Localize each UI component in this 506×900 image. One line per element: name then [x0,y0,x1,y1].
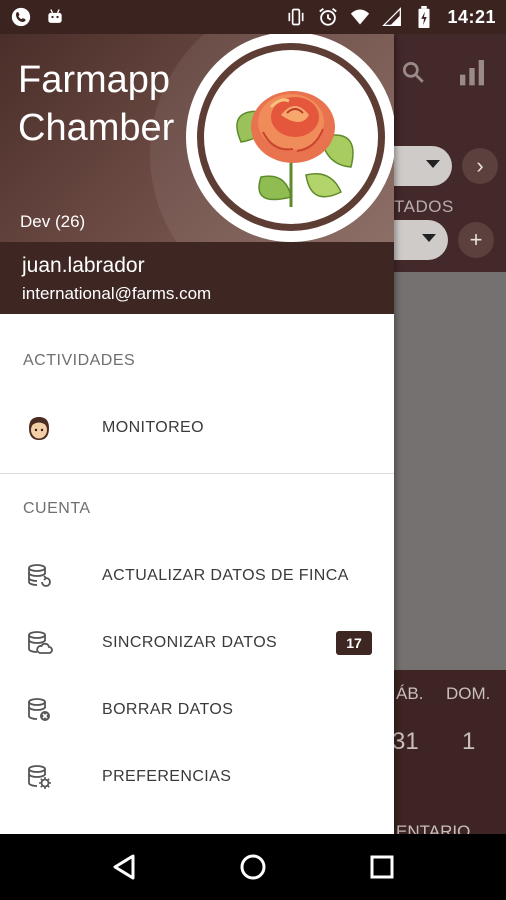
database-delete-icon [24,695,54,725]
menu-item-monitoreo[interactable]: MONITOREO [0,400,394,456]
menu-item-preferences[interactable]: PREFERENCIAS [0,749,394,805]
battery-charging-icon [413,6,435,28]
drawer-header: Farmapp Chamber Dev (26) juan.labrador i… [0,34,394,314]
menu-label: MONITOREO [102,419,204,436]
menu-item-update-farm-data[interactable]: ACTUALIZAR DATOS DE FINCA [0,548,394,604]
status-bar: 14:21 [0,0,506,34]
back-icon[interactable] [104,847,144,887]
vibrate-icon [285,6,307,28]
recents-icon[interactable] [362,847,402,887]
day-number-sun: 1 [462,728,476,755]
day-label-sat: ÁB. [396,684,424,703]
home-icon[interactable] [233,847,273,887]
add-button[interactable]: + [458,222,494,258]
day-number-sat: 31 [392,728,419,755]
section-label-activities: ACTIVIDADES [23,352,136,369]
database-cloud-icon [24,628,54,658]
background-partial-label: TADOS [394,197,454,216]
system-navigation-bar [0,834,506,900]
account-username: juan.labrador [22,254,145,277]
search-icon[interactable] [400,59,426,90]
app-title-line2: Chamber [18,107,175,149]
menu-label: PREFERENCIAS [102,768,232,785]
day-label-sun: DOM. [446,684,491,703]
menu-label: ACTUALIZAR DATOS DE FINCA [102,567,349,584]
section-divider [0,473,394,474]
database-refresh-icon [24,561,54,591]
alarm-icon [317,6,339,28]
app-title: Farmapp Chamber [18,56,174,152]
database-settings-icon [24,762,54,792]
navigation-drawer: Farmapp Chamber Dev (26) juan.labrador i… [0,34,394,834]
rose-icon [236,91,354,207]
menu-label: SINCRONIZAR DATOS [102,634,278,651]
menu-label: BORRAR DATOS [102,701,234,718]
section-label-account: CUENTA [23,500,91,517]
menu-item-sync-data[interactable]: SINCRONIZAR DATOS 17 [0,615,394,671]
sync-count-badge: 17 [336,631,372,655]
android-icon [44,6,66,28]
menu-item-delete-data[interactable]: BORRAR DATOS [0,682,394,738]
wifi-icon [349,6,371,28]
dropdown-arrow-icon [426,160,440,168]
monitor-person-icon [24,413,54,443]
phone-icon [10,6,32,28]
signal-icon [381,6,403,28]
app-version: Dev (26) [20,212,86,231]
dropdown-arrow-icon [422,234,436,242]
app-logo [186,34,394,242]
app-title-line1: Farmapp [18,59,171,101]
account-info[interactable]: juan.labrador international@farms.com [0,242,394,314]
status-time: 14:21 [447,6,496,27]
account-email: international@farms.com [22,284,212,303]
bar-chart-icon[interactable] [456,56,488,93]
next-button[interactable]: › [462,148,498,184]
